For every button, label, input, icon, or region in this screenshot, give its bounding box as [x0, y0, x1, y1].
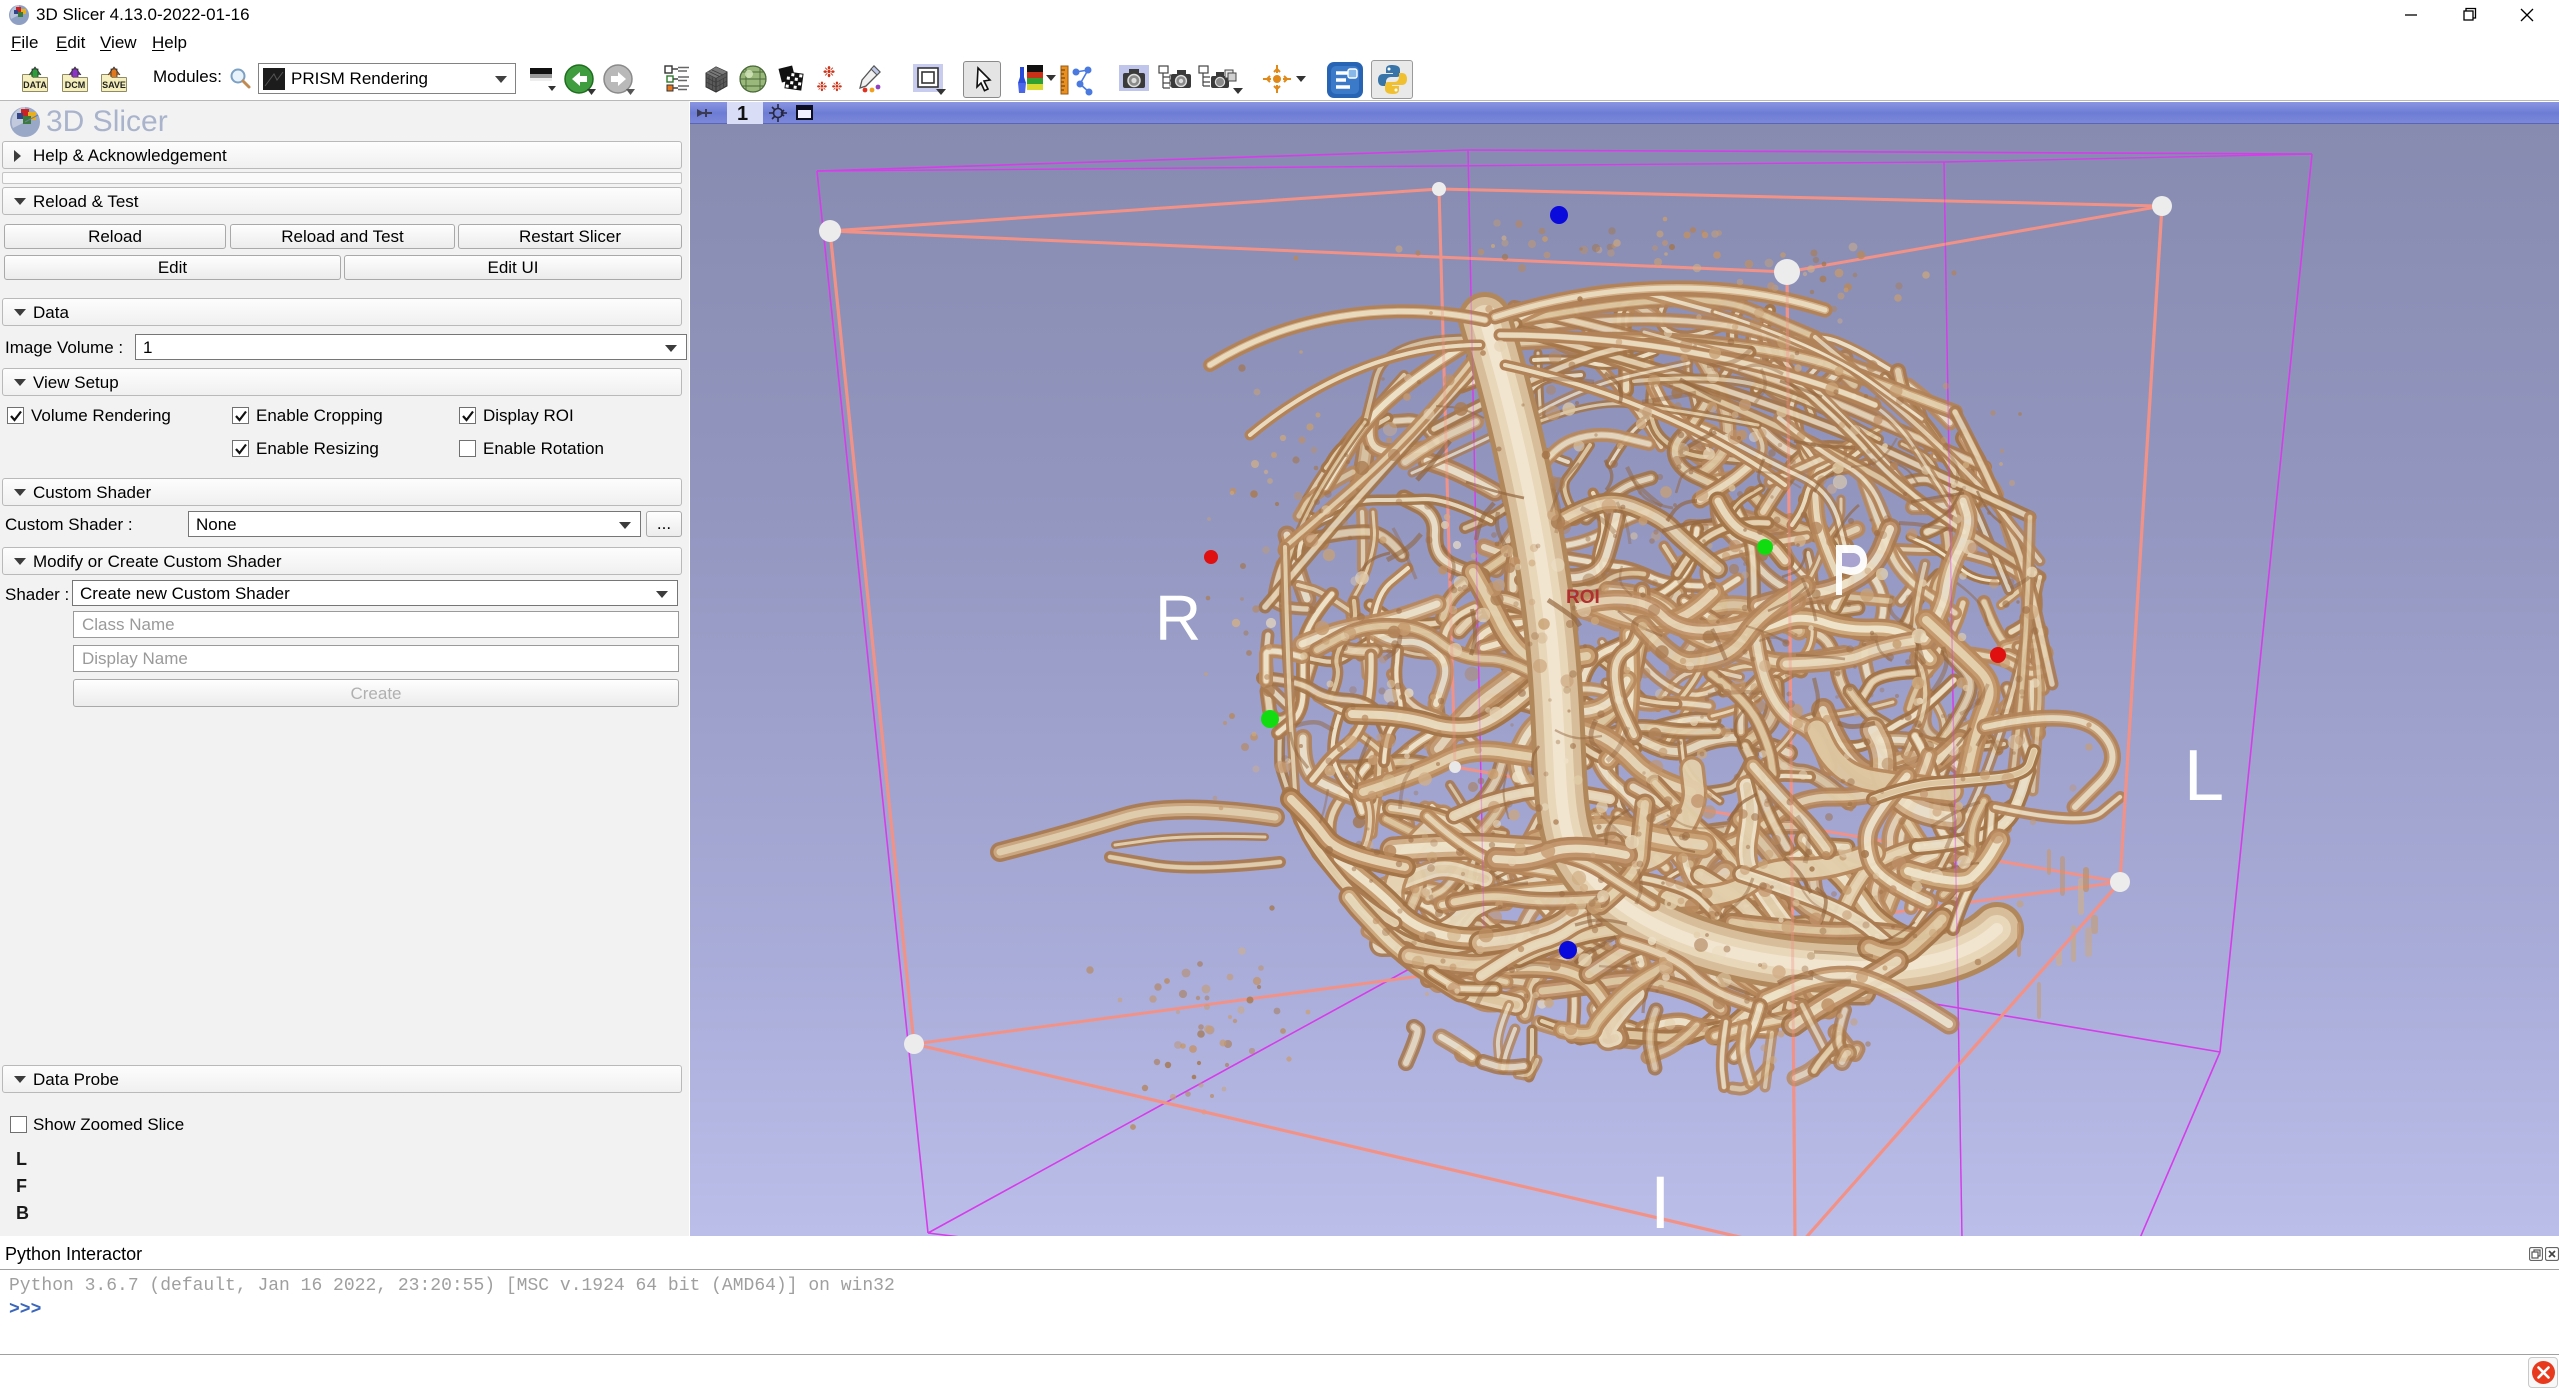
svg-text:DCM: DCM: [65, 80, 86, 90]
svg-text:❉: ❉: [832, 79, 843, 94]
svg-text:1: 1: [737, 103, 748, 125]
svg-text:DATA: DATA: [23, 80, 47, 90]
svg-text:SAVE: SAVE: [102, 80, 126, 90]
svg-text:R: R: [1155, 582, 1201, 654]
svg-text:❉: ❉: [817, 79, 828, 94]
svg-text:I: I: [1650, 1161, 1671, 1236]
svg-text:ROI: ROI: [1566, 587, 1600, 608]
svg-text:L: L: [2184, 736, 2224, 816]
